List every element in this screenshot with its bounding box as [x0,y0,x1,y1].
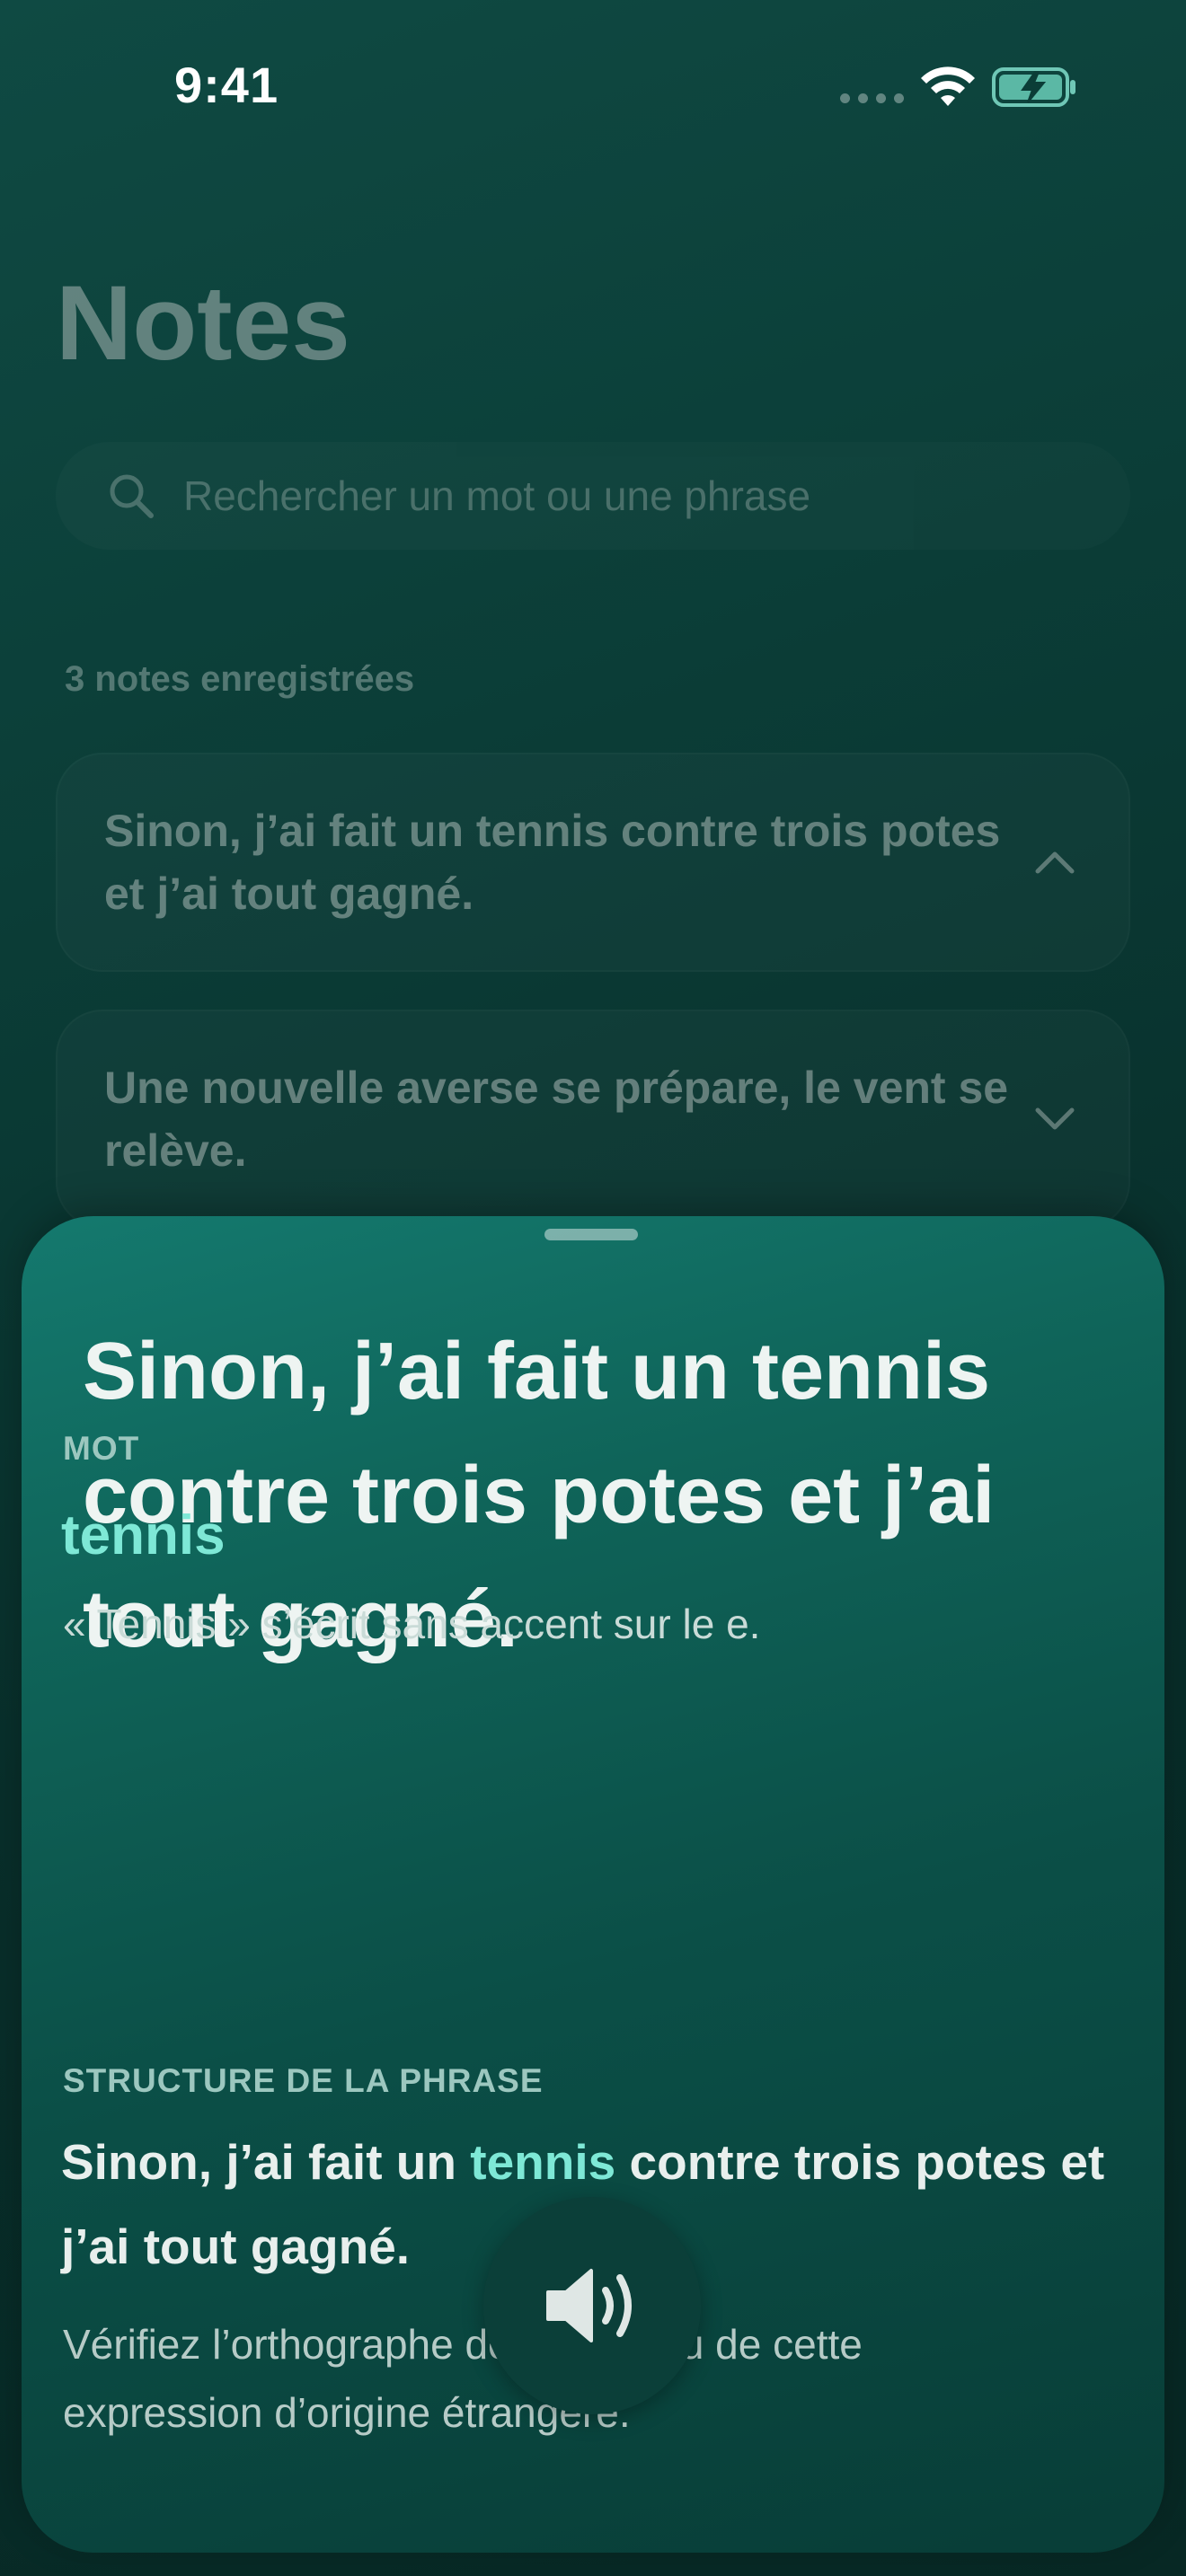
highlighted-word: tennis [61,1504,226,1566]
note-card[interactable]: Une nouvelle averse se prépare, le vent … [56,1010,1130,1229]
chevron-up-icon[interactable] [1033,849,1076,876]
sentence-part: Sinon, j’ai fait un [61,2134,471,2190]
word-explanation: « Tennis » s’écrit sans accent sur le e. [63,1601,761,1647]
speaker-wave-icon [546,2269,632,2342]
sheet-grabber[interactable] [544,1229,638,1240]
notes-count: 3 notes enregistrées [65,659,415,699]
notes-list-background: Notes Rechercher un mot ou une phrase 3 … [0,0,1186,1239]
structure-section-label: STRUCTURE DE LA PHRASE [63,2062,544,2099]
note-text: Une nouvelle averse se prépare, le vent … [104,1063,1009,1176]
search-placeholder: Rechercher un mot ou une phrase [183,472,811,519]
sentence-highlight: tennis [470,2134,616,2190]
chevron-down-icon[interactable] [1033,1106,1076,1133]
search-icon [110,474,154,518]
page-title: Notes [56,264,350,383]
note-text: Sinon, j’ai fait un tennis contre trois … [104,806,1001,919]
word-section-label: MOT [63,1430,140,1467]
play-audio-button[interactable] [483,2197,701,2414]
search-bar[interactable]: Rechercher un mot ou une phrase [56,442,1130,550]
note-card[interactable]: Sinon, j’ai fait un tennis contre trois … [56,753,1130,972]
